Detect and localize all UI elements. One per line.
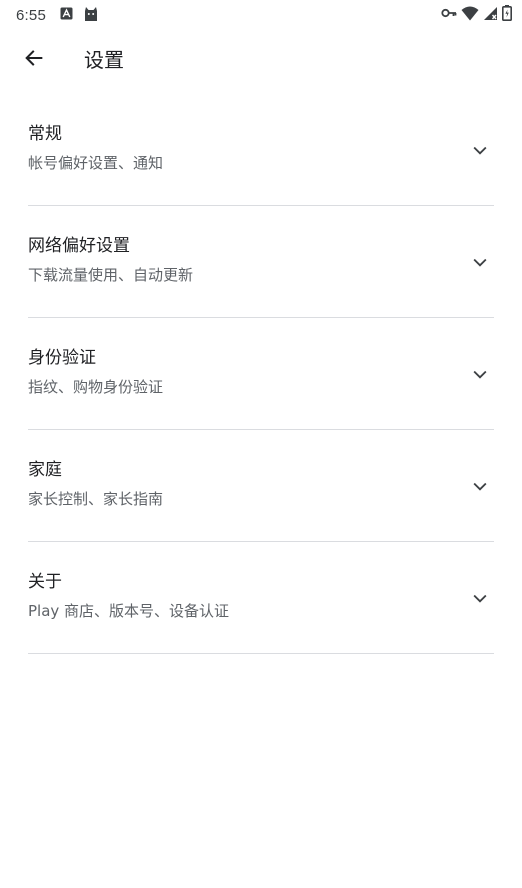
app-bar: 设置 (0, 32, 522, 88)
settings-item-title: 常规 (28, 124, 62, 144)
arrow-back-icon (23, 47, 45, 73)
chevron-down-icon[interactable] (468, 250, 492, 274)
chevron-down-icon[interactable] (468, 362, 492, 386)
chevron-down-icon[interactable] (468, 586, 492, 610)
vpn-key-icon (441, 7, 457, 23)
settings-item-subtitle: 下载流量使用、自动更新 (28, 266, 194, 284)
chevron-down-icon[interactable] (468, 138, 492, 162)
settings-item-subtitle: 指纹、购物身份验证 (28, 378, 164, 396)
status-left-icons (60, 6, 99, 25)
status-bar: 6:55 (0, 0, 522, 30)
settings-item-title: 身份验证 (28, 348, 96, 368)
settings-item-title: 关于 (28, 572, 62, 592)
settings-item-title: 网络偏好设置 (28, 236, 130, 256)
a-box-icon (60, 7, 73, 24)
status-right-icons (441, 5, 512, 25)
wifi-icon (461, 6, 479, 25)
settings-item-network[interactable]: 网络偏好设置 下载流量使用、自动更新 (28, 206, 494, 318)
status-time: 6:55 (16, 6, 46, 24)
settings-item-general[interactable]: 常规 帐号偏好设置、通知 (28, 94, 494, 206)
chevron-down-icon[interactable] (468, 474, 492, 498)
settings-item-family[interactable]: 家庭 家长控制、家长指南 (28, 430, 494, 542)
settings-item-subtitle: 帐号偏好设置、通知 (28, 154, 164, 172)
page-title: 设置 (84, 48, 124, 72)
settings-list: 常规 帐号偏好设置、通知 网络偏好设置 下载流量使用、自动更新 身份验证 指纹、… (28, 94, 494, 654)
settings-item-about[interactable]: 关于 Play 商店、版本号、设备认证 (28, 542, 494, 654)
battery-icon (502, 5, 512, 25)
back-button[interactable] (14, 40, 54, 80)
settings-item-subtitle: 家长控制、家长指南 (28, 490, 164, 508)
signal-icon (483, 6, 498, 25)
android-cat-icon (83, 6, 99, 25)
settings-item-authentication[interactable]: 身份验证 指纹、购物身份验证 (28, 318, 494, 430)
settings-item-title: 家庭 (28, 460, 62, 480)
settings-item-subtitle: Play 商店、版本号、设备认证 (28, 602, 230, 620)
